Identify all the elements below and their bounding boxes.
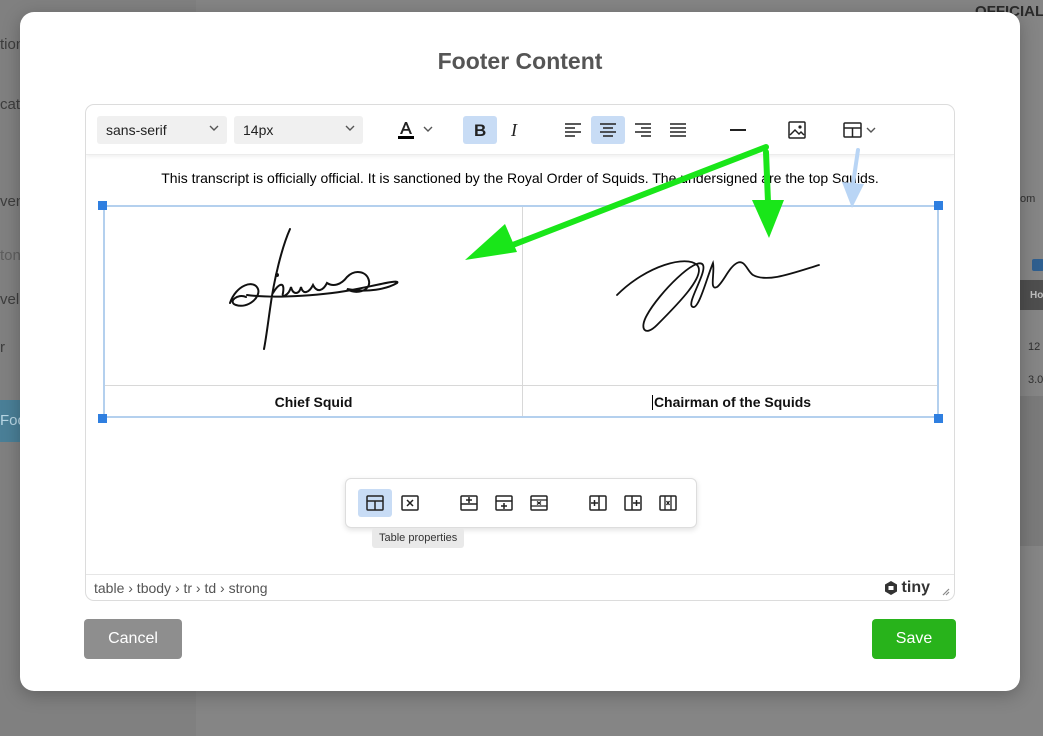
insert-row-after-button[interactable] xyxy=(487,489,521,517)
align-right-button[interactable] xyxy=(626,116,660,144)
delete-column-icon xyxy=(659,495,677,511)
image-icon xyxy=(788,121,806,139)
resize-handle[interactable] xyxy=(98,414,107,423)
align-left-button[interactable] xyxy=(556,116,590,144)
tiny-brand[interactable]: tiny xyxy=(883,579,930,597)
delete-column-button[interactable] xyxy=(651,489,685,517)
table-properties-tooltip: Table properties xyxy=(372,528,465,548)
text-cursor xyxy=(651,395,653,410)
delete-row-button[interactable] xyxy=(522,489,556,517)
caption-text: Chairman of the Squids xyxy=(653,394,812,410)
bg-table-cell xyxy=(1020,396,1043,546)
tiny-logo-icon xyxy=(884,581,897,595)
delete-table-icon xyxy=(401,495,419,511)
save-button[interactable]: Save xyxy=(872,619,956,659)
bg-fragment: 12 xyxy=(1028,341,1041,353)
table-icon xyxy=(843,122,876,138)
bg-fragment: ton xyxy=(0,247,21,264)
editor-statusbar: table › tbody › tr › td › strong tiny xyxy=(86,574,954,600)
bg-table-header: Ho xyxy=(1020,280,1043,310)
chevron-down-icon xyxy=(345,125,355,131)
italic-button[interactable]: I xyxy=(498,116,532,144)
align-center-icon xyxy=(600,123,616,137)
align-center-button[interactable] xyxy=(591,116,625,144)
bg-fragment: r xyxy=(0,339,5,356)
caption-chief-squid[interactable]: Chief Squid xyxy=(105,394,522,410)
table-context-toolbar xyxy=(345,478,697,528)
bg-fragment: 3.0 xyxy=(1028,374,1043,386)
bold-icon: B xyxy=(474,121,486,139)
bg-footer-button: Foo xyxy=(0,400,26,442)
justify-button[interactable] xyxy=(661,116,695,144)
justify-icon xyxy=(670,123,686,137)
resize-handle[interactable] xyxy=(934,414,943,423)
table-row-divider xyxy=(105,385,937,386)
signature-image-right[interactable] xyxy=(615,235,855,335)
resize-handle[interactable] xyxy=(98,201,107,210)
insert-column-before-icon xyxy=(589,495,607,511)
signature-image-left[interactable] xyxy=(215,225,415,353)
delete-table-button[interactable] xyxy=(393,489,427,517)
horizontal-rule-button[interactable] xyxy=(721,116,755,144)
insert-row-before-button[interactable] xyxy=(452,489,486,517)
svg-text:I: I xyxy=(510,121,518,139)
font-family-select[interactable]: sans-serif xyxy=(97,116,227,144)
insert-column-before-button[interactable] xyxy=(581,489,615,517)
resize-grip-icon[interactable] xyxy=(940,586,950,596)
insert-column-after-button[interactable] xyxy=(616,489,650,517)
table-properties-icon xyxy=(366,495,384,511)
caption-chairman[interactable]: Chairman of the Squids xyxy=(523,394,940,410)
table-menu-button[interactable] xyxy=(838,116,882,144)
editor-toolbar: sans-serif 14px B I xyxy=(86,105,954,155)
svg-text:B: B xyxy=(474,121,486,139)
editor-content[interactable]: This transcript is officially official. … xyxy=(86,156,954,576)
text-color-icon xyxy=(398,122,433,139)
bold-button[interactable]: B xyxy=(463,116,497,144)
bg-fragment: cat xyxy=(0,96,21,113)
element-path[interactable]: table › tbody › tr › td › strong xyxy=(94,580,268,596)
resize-handle[interactable] xyxy=(934,201,943,210)
horizontal-rule-icon xyxy=(730,129,746,131)
rich-text-editor[interactable]: sans-serif 14px B I This transcript is o… xyxy=(85,104,955,601)
bg-fragment: vel xyxy=(0,291,20,308)
signature-table[interactable]: Chief Squid Chairman of the Squids xyxy=(103,205,939,418)
tiny-brand-label: tiny xyxy=(901,579,930,596)
insert-row-after-icon xyxy=(495,495,513,511)
insert-row-before-icon xyxy=(460,495,478,511)
text-color-button[interactable] xyxy=(387,116,441,144)
insert-image-button[interactable] xyxy=(780,116,814,144)
font-size-value: 14px xyxy=(243,122,274,138)
modal-title: Footer Content xyxy=(437,48,603,74)
font-family-value: sans-serif xyxy=(106,122,167,138)
bg-checkbox xyxy=(1032,259,1043,271)
caption-text: Chief Squid xyxy=(274,394,353,410)
footer-content-modal: Footer Content sans-serif 14px B I This … xyxy=(20,12,1020,691)
footer-paragraph: This transcript is officially official. … xyxy=(161,170,879,186)
cancel-button[interactable]: Cancel xyxy=(84,619,182,659)
align-left-icon xyxy=(565,123,581,137)
align-right-icon xyxy=(635,123,651,137)
italic-icon: I xyxy=(510,121,518,139)
font-size-select[interactable]: 14px xyxy=(234,116,363,144)
insert-column-after-icon xyxy=(624,495,642,511)
delete-row-icon xyxy=(530,495,548,511)
table-properties-button[interactable] xyxy=(358,489,392,517)
bg-fragment: om xyxy=(1020,193,1036,205)
chevron-down-icon xyxy=(209,125,219,131)
